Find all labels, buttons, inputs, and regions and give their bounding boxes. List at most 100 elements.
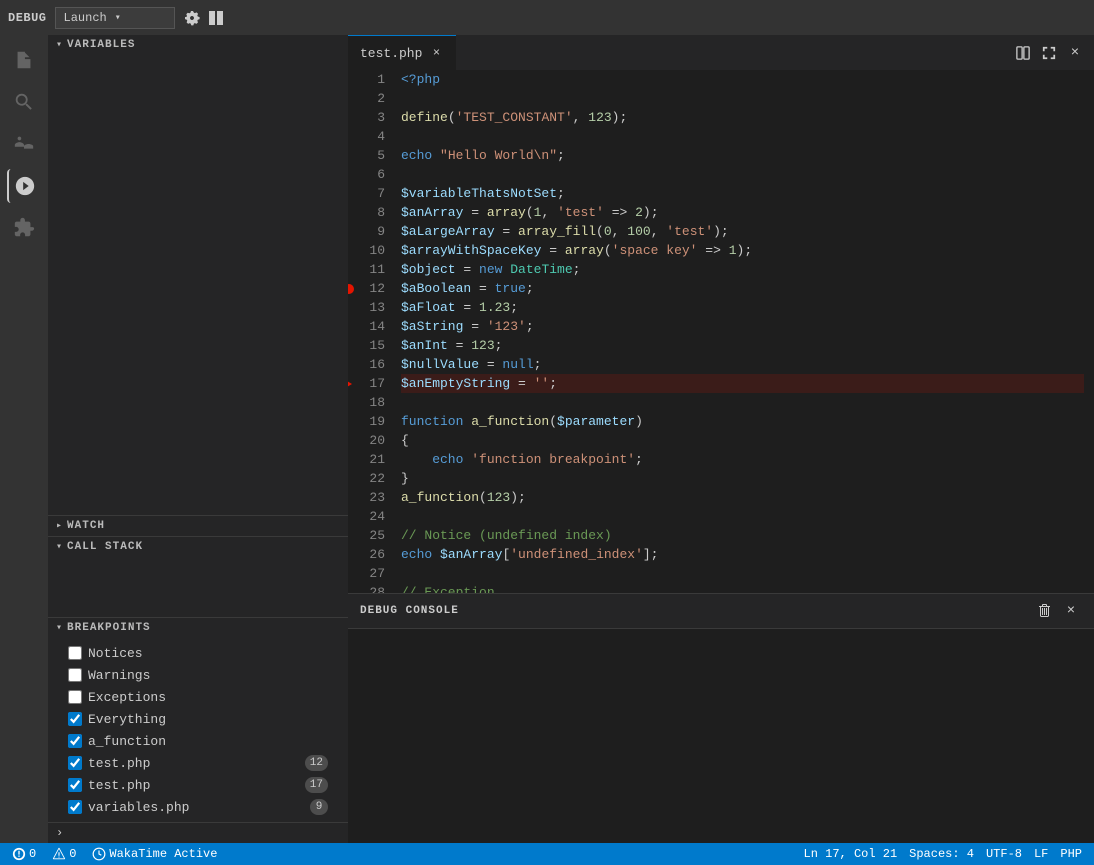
code-line-5[interactable]: echo "Hello World\n"; xyxy=(401,146,1084,165)
breakpoint-checkbox-a_function[interactable] xyxy=(68,734,82,748)
breakpoints-header[interactable]: ▾ BREAKPOINTS xyxy=(48,618,348,638)
line-number-19[interactable]: 19 xyxy=(356,412,385,431)
console-title[interactable]: DEBUG CONSOLE xyxy=(360,605,459,617)
code-line-7[interactable]: $variableTha​tsNotSet; xyxy=(401,184,1084,203)
code-line-16[interactable]: $nullValue = null; xyxy=(401,355,1084,374)
cursor-position[interactable]: Ln 17, Col 21 xyxy=(800,843,902,865)
breakpoint-checkbox-everything[interactable] xyxy=(68,712,82,726)
line-number-23[interactable]: 23 xyxy=(356,488,385,507)
line-number-11[interactable]: 11 xyxy=(356,260,385,279)
code-line-11[interactable]: $object = new DateTime; xyxy=(401,260,1084,279)
callstack-header[interactable]: ▾ CALL STACK xyxy=(48,537,348,557)
breakpoint-item-exceptions[interactable]: Exceptions xyxy=(48,686,348,708)
breakpoint-item-variables_php_9[interactable]: variables.php9 xyxy=(48,796,348,818)
line-number-3[interactable]: 3 xyxy=(356,108,385,127)
code-line-2[interactable] xyxy=(401,89,1084,108)
line-number-14[interactable]: 14 xyxy=(356,317,385,336)
language[interactable]: PHP xyxy=(1056,843,1086,865)
maximize-icon[interactable] xyxy=(1038,42,1060,64)
split-icon[interactable] xyxy=(1012,42,1034,64)
line-number-1[interactable]: 1 xyxy=(356,70,385,89)
line-number-5[interactable]: 5 xyxy=(356,146,385,165)
source-control-icon[interactable] xyxy=(7,127,41,161)
line-number-15[interactable]: 15 xyxy=(356,336,385,355)
indentation[interactable]: Spaces: 4 xyxy=(905,843,978,865)
breakpoint-item-a_function[interactable]: a_function xyxy=(48,730,348,752)
encoding[interactable]: UTF-8 xyxy=(982,843,1026,865)
code-line-27[interactable] xyxy=(401,564,1084,583)
code-line-18[interactable] xyxy=(401,393,1084,412)
line-number-2[interactable]: 2 xyxy=(356,89,385,108)
console-body[interactable] xyxy=(348,629,1094,843)
close-console-icon[interactable]: × xyxy=(1060,600,1082,622)
scrollbar-track[interactable] xyxy=(1084,70,1094,593)
line-number-12[interactable]: 12 xyxy=(356,279,385,298)
close-panel-icon[interactable]: × xyxy=(1064,42,1086,64)
line-number-10[interactable]: 10 xyxy=(356,241,385,260)
breakpoint-checkbox-variables_php_9[interactable] xyxy=(68,800,82,814)
line-number-6[interactable]: 6 xyxy=(356,165,385,184)
code-line-20[interactable]: { xyxy=(401,431,1084,450)
breakpoint-item-everything[interactable]: Everything xyxy=(48,708,348,730)
code-line-17[interactable]: $anEmptyString = ''; xyxy=(401,374,1084,393)
code-line-23[interactable]: a_function(123); xyxy=(401,488,1084,507)
line-number-18[interactable]: 18 xyxy=(356,393,385,412)
breakpoint-item-warnings[interactable]: Warnings xyxy=(48,664,348,686)
files-icon[interactable] xyxy=(7,43,41,77)
split-editor-icon[interactable] xyxy=(207,9,225,27)
line-number-4[interactable]: 4 xyxy=(356,127,385,146)
tab-test-php[interactable]: test.php × xyxy=(348,35,456,70)
launch-dropdown[interactable]: Launch ▾ xyxy=(55,7,175,29)
extensions-icon[interactable] xyxy=(7,211,41,245)
line-number-28[interactable]: 28 xyxy=(356,583,385,593)
eol[interactable]: LF xyxy=(1030,843,1052,865)
line-number-7[interactable]: 7 xyxy=(356,184,385,203)
code-line-1[interactable]: <?php xyxy=(401,70,1084,89)
code-line-19[interactable]: function a_function($parameter) xyxy=(401,412,1084,431)
sidebar-footer-chevron[interactable]: › xyxy=(56,826,63,840)
line-number-9[interactable]: 9 xyxy=(356,222,385,241)
code-line-24[interactable] xyxy=(401,507,1084,526)
code-line-21[interactable]: echo 'function breakpoint'; xyxy=(401,450,1084,469)
breakpoint-checkbox-test_php_17[interactable] xyxy=(68,778,82,792)
debug-icon[interactable] xyxy=(7,169,41,203)
tab-close-icon[interactable]: × xyxy=(428,45,444,61)
line-number-17[interactable]: 17 xyxy=(356,374,385,393)
breakpoint-checkbox-warnings[interactable] xyxy=(68,668,82,682)
code-line-14[interactable]: $aString = '123'; xyxy=(401,317,1084,336)
code-editor[interactable]: 1234567891011121314151617181920212223242… xyxy=(348,70,1094,593)
code-line-12[interactable]: $aBoolean = true; xyxy=(401,279,1084,298)
variables-header[interactable]: ▾ VARIABLES xyxy=(48,35,348,55)
breakpoint-checkbox-notices[interactable] xyxy=(68,646,82,660)
warning-count[interactable]: 0 xyxy=(48,843,80,865)
watch-header[interactable]: ▸ WATCH xyxy=(48,516,348,536)
error-count[interactable]: 0 xyxy=(8,843,40,865)
code-line-15[interactable]: $anInt = 123; xyxy=(401,336,1084,355)
code-line-8[interactable]: $anArray = array(1, 'test' => 2); xyxy=(401,203,1084,222)
line-number-26[interactable]: 26 xyxy=(356,545,385,564)
line-number-21[interactable]: 21 xyxy=(356,450,385,469)
code-content[interactable]: <?php define('TEST_CONSTANT', 123); echo… xyxy=(393,70,1084,593)
line-number-22[interactable]: 22 xyxy=(356,469,385,488)
clear-console-icon[interactable] xyxy=(1034,600,1056,622)
code-line-22[interactable]: } xyxy=(401,469,1084,488)
line-number-8[interactable]: 8 xyxy=(356,203,385,222)
breakpoint-item-test_php_17[interactable]: test.php17 xyxy=(48,774,348,796)
line-number-16[interactable]: 16 xyxy=(356,355,385,374)
line-number-13[interactable]: 13 xyxy=(356,298,385,317)
line-number-24[interactable]: 24 xyxy=(356,507,385,526)
search-icon[interactable] xyxy=(7,85,41,119)
code-line-9[interactable]: $aLargeArray = array_fill(0, 100, 'test'… xyxy=(401,222,1084,241)
code-line-10[interactable]: $arrayWithSpaceKey = array('space key' =… xyxy=(401,241,1084,260)
breakpoint-checkbox-test_php_12[interactable] xyxy=(68,756,82,770)
code-line-28[interactable]: // Exception xyxy=(401,583,1084,593)
breakpoint-item-notices[interactable]: Notices xyxy=(48,642,348,664)
breakpoint-item-test_php_12[interactable]: test.php12 xyxy=(48,752,348,774)
code-line-4[interactable] xyxy=(401,127,1084,146)
breakpoint-checkbox-exceptions[interactable] xyxy=(68,690,82,704)
code-line-6[interactable] xyxy=(401,165,1084,184)
code-line-25[interactable]: // Notice (undefined index) xyxy=(401,526,1084,545)
line-number-20[interactable]: 20 xyxy=(356,431,385,450)
settings-icon[interactable] xyxy=(183,9,201,27)
code-line-26[interactable]: echo $anArray['undefined_index']; xyxy=(401,545,1084,564)
